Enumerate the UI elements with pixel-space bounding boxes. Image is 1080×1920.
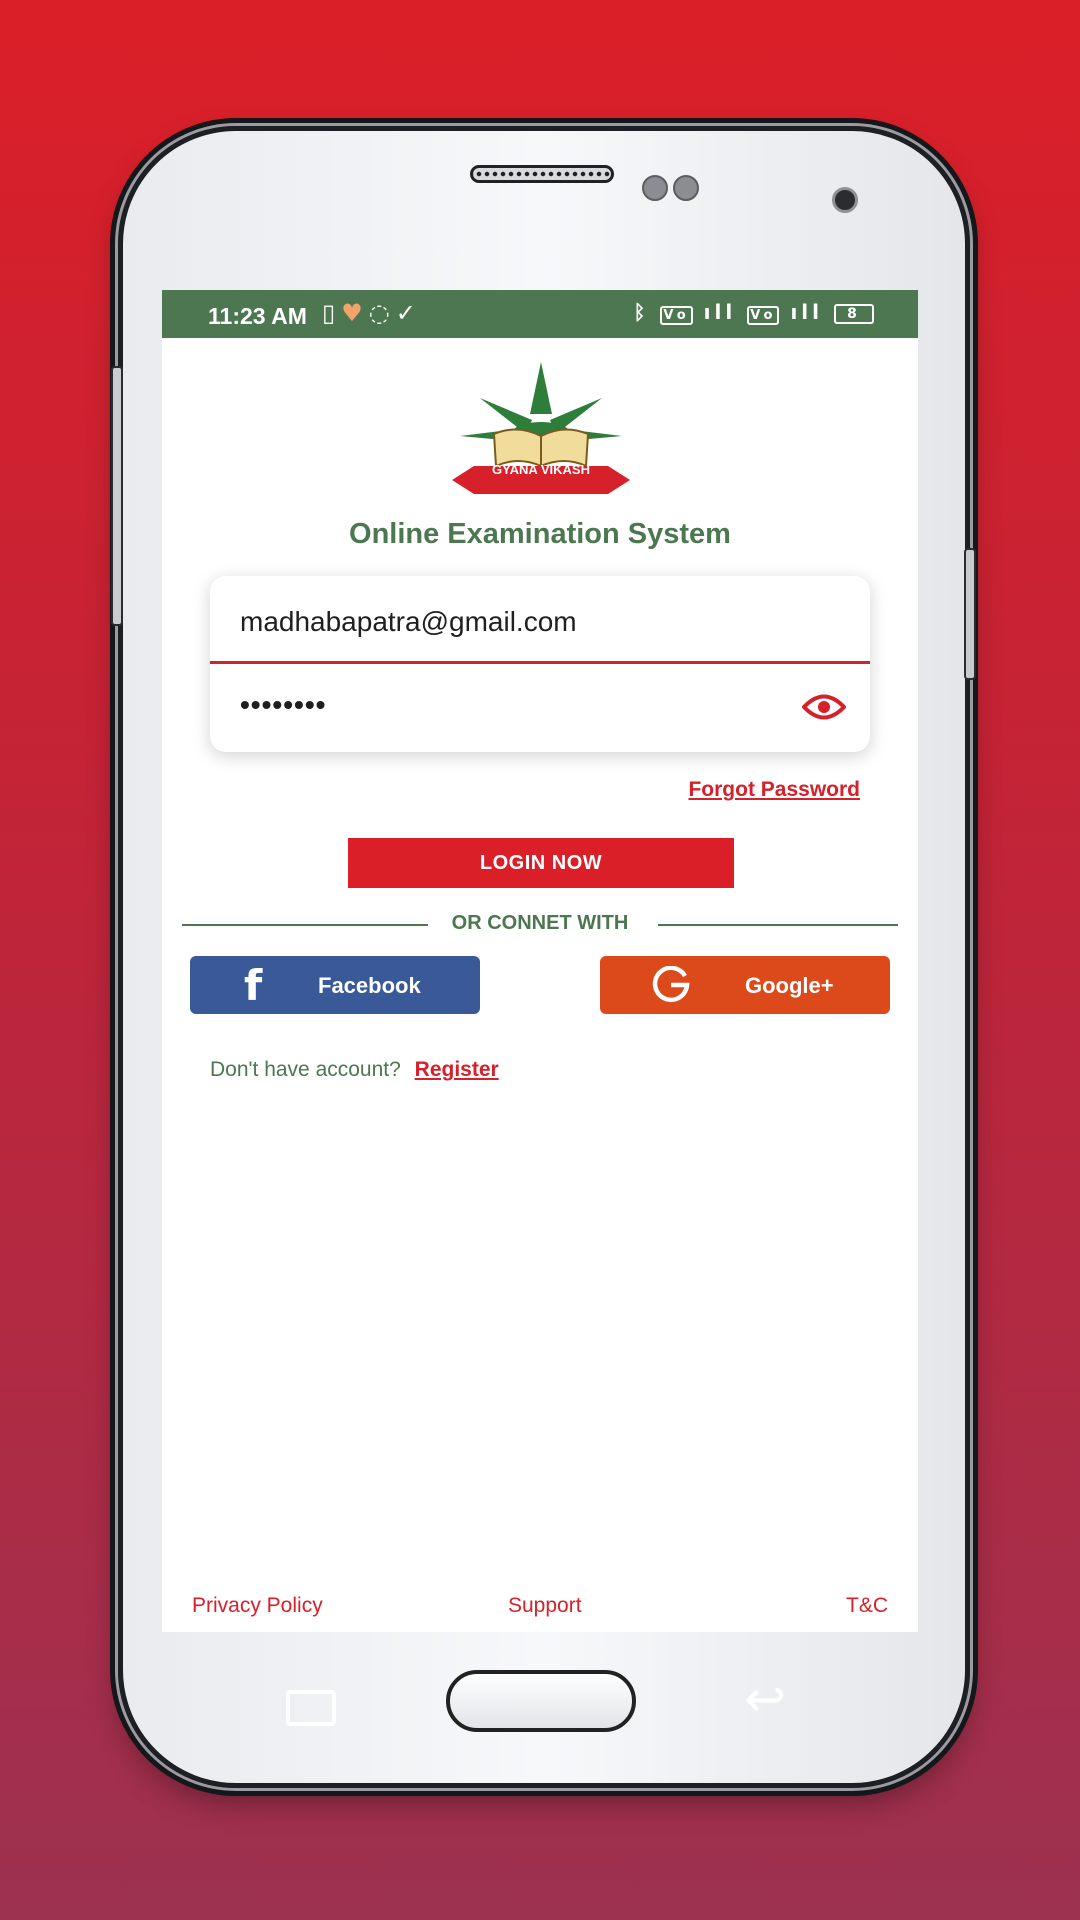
back-icon[interactable]: ↩ bbox=[744, 1670, 786, 1728]
signal-icon: ıll bbox=[790, 300, 824, 324]
facebook-login-button[interactable]: f Facebook bbox=[190, 956, 480, 1014]
recent-apps-icon[interactable] bbox=[286, 1690, 336, 1726]
check-icon: ✓ bbox=[395, 299, 422, 327]
phone-sensor bbox=[673, 175, 699, 201]
home-button[interactable] bbox=[446, 1670, 636, 1732]
or-divider: OR CONNET WITH bbox=[182, 912, 898, 942]
gyana-vikash-logo: GYANA VIKASH bbox=[452, 362, 630, 494]
status-bar: 11:23 AM ▯♥◌✓ ᛒ Vo ıll Vo ıll 8 bbox=[162, 290, 918, 338]
vibrate-icon: ▯ bbox=[322, 299, 342, 327]
login-form-card: madhabapatra@gmail.com •••••••• bbox=[210, 576, 870, 752]
forgot-password-link[interactable]: Forgot Password bbox=[688, 778, 860, 802]
phone-volume-button bbox=[111, 366, 123, 626]
volte-icon: Vo bbox=[747, 306, 780, 325]
facebook-label: Facebook bbox=[318, 973, 421, 998]
support-link[interactable]: Support bbox=[508, 1594, 582, 1618]
register-link[interactable]: Register bbox=[415, 1058, 499, 1081]
google-login-button[interactable]: Google+ bbox=[600, 956, 890, 1014]
eye-icon[interactable] bbox=[802, 692, 846, 722]
register-prompt-text: Don't have account? bbox=[210, 1058, 401, 1081]
bluetooth-icon: ᛒ bbox=[633, 300, 650, 324]
field-divider bbox=[210, 661, 870, 664]
register-prompt: Don't have account? Register bbox=[210, 1058, 499, 1082]
phone-front-camera bbox=[832, 187, 858, 213]
password-field[interactable]: •••••••• bbox=[240, 689, 326, 721]
whatsapp-icon: ◌ bbox=[368, 299, 396, 327]
logo-text: GYANA VIKASH bbox=[492, 462, 590, 477]
google-icon bbox=[652, 966, 690, 1003]
email-field[interactable]: madhabapatra@gmail.com bbox=[240, 606, 577, 638]
status-notification-icons: ▯♥◌✓ bbox=[322, 299, 422, 327]
signal-icon: ıll bbox=[703, 300, 737, 324]
google-label: Google+ bbox=[745, 973, 834, 998]
status-system-icons: ᛒ Vo ıll Vo ıll 8 bbox=[633, 300, 874, 325]
page-title: Online Examination System bbox=[349, 518, 731, 550]
phone-power-button bbox=[964, 548, 976, 680]
phone-speaker bbox=[470, 165, 614, 183]
privacy-policy-link[interactable]: Privacy Policy bbox=[192, 1594, 323, 1618]
login-button[interactable]: LOGIN NOW bbox=[348, 838, 734, 888]
heart-icon: ♥ bbox=[341, 299, 369, 327]
status-time: 11:23 AM bbox=[208, 303, 307, 329]
battery-icon: 8 bbox=[834, 303, 874, 324]
facebook-icon: f bbox=[244, 961, 263, 1010]
phone-sensor bbox=[642, 175, 668, 201]
tnc-link[interactable]: T&C bbox=[846, 1594, 888, 1618]
volte-icon: Vo bbox=[660, 306, 693, 325]
or-connect-label: OR CONNET WITH bbox=[451, 912, 629, 934]
app-screen: 11:23 AM ▯♥◌✓ ᛒ Vo ıll Vo ıll 8 GYANA VI… bbox=[162, 290, 918, 1632]
